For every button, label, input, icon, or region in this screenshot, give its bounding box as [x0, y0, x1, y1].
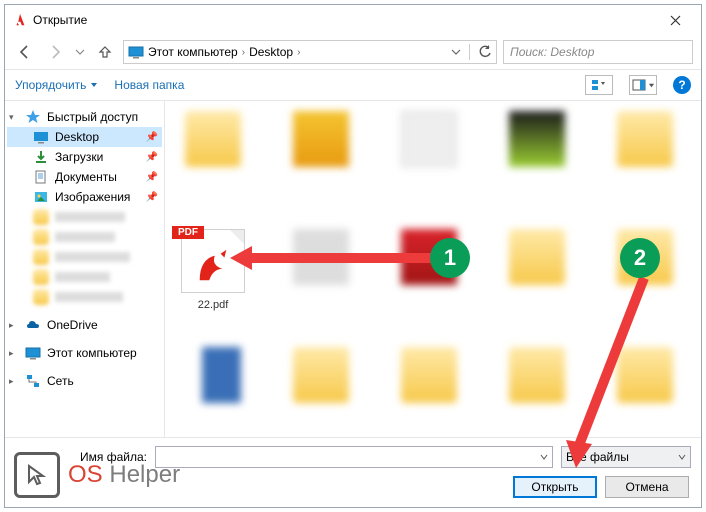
sidebar-item-desktop[interactable]: Desktop 📌 — [7, 127, 162, 147]
cursor-icon — [14, 452, 60, 498]
window-title: Открытие — [33, 13, 87, 27]
star-icon — [25, 109, 41, 125]
refresh-button[interactable] — [478, 45, 492, 59]
pin-icon: 📌 — [146, 132, 158, 143]
pin-icon: 📌 — [146, 152, 158, 163]
organize-button[interactable]: Упорядочить — [15, 78, 98, 92]
new-folder-button[interactable]: Новая папка — [114, 78, 184, 92]
pin-icon: 📌 — [146, 172, 158, 183]
pdf-badge: PDF — [172, 226, 204, 239]
chevron-right-icon: ▸ — [9, 376, 19, 387]
annotation-badge-2: 2 — [620, 238, 660, 278]
file-item[interactable] — [609, 111, 681, 201]
breadcrumb[interactable]: Этот компьютер › Desktop › — [123, 40, 497, 64]
downloads-icon — [33, 149, 49, 165]
sidebar-item-documents[interactable]: Документы 📌 — [7, 167, 162, 187]
up-button[interactable] — [93, 40, 117, 64]
chevron-down-icon: ▾ — [9, 112, 19, 123]
this-pc-icon — [25, 345, 41, 361]
sidebar-item-recent[interactable] — [7, 207, 162, 227]
view-options-button[interactable] — [585, 75, 613, 95]
sidebar-item-pictures[interactable]: Изображения 📌 — [7, 187, 162, 207]
chevron-right-icon: › — [242, 47, 245, 58]
file-item[interactable] — [393, 111, 465, 201]
chevron-right-icon: ▸ — [9, 320, 19, 331]
sidebar-this-pc[interactable]: ▸ Этот компьютер — [7, 343, 162, 363]
pin-icon: 📌 — [146, 192, 158, 203]
file-item-pdf[interactable]: PDF 22.pdf — [177, 229, 249, 319]
file-item[interactable] — [285, 229, 357, 319]
filename-input[interactable] — [155, 446, 553, 468]
watermark: OS Helper — [14, 452, 180, 498]
breadcrumb-dropdown[interactable] — [451, 47, 461, 57]
app-icon — [13, 13, 27, 27]
crumb-desktop[interactable]: Desktop — [249, 45, 293, 59]
this-pc-icon — [128, 44, 144, 60]
sidebar-quick-access[interactable]: ▾ Быстрый доступ — [7, 107, 162, 127]
network-icon — [25, 373, 41, 389]
annotation-badge-1: 1 — [430, 238, 470, 278]
file-item[interactable] — [285, 347, 357, 437]
file-label: 22.pdf — [198, 299, 229, 311]
annotation-arrow-1 — [228, 244, 438, 274]
open-button[interactable]: Открыть — [513, 476, 597, 498]
chevron-right-icon: › — [297, 47, 300, 58]
sidebar-item-downloads[interactable]: Загрузки 📌 — [7, 147, 162, 167]
chevron-down-icon — [678, 453, 686, 461]
chevron-down-icon[interactable] — [540, 453, 548, 461]
documents-icon — [33, 169, 49, 185]
file-item[interactable] — [177, 111, 249, 201]
sidebar-item-recent[interactable] — [7, 287, 162, 307]
back-button[interactable] — [13, 40, 37, 64]
sidebar-item-recent[interactable] — [7, 247, 162, 267]
file-item[interactable] — [285, 111, 357, 201]
sidebar: ▾ Быстрый доступ Desktop 📌 Загрузки 📌 До — [5, 101, 165, 437]
search-input[interactable]: Поиск: Desktop — [503, 40, 693, 64]
file-item[interactable] — [501, 111, 573, 201]
crumb-this-pc[interactable]: Этот компьютер — [148, 45, 238, 59]
desktop-icon — [33, 129, 49, 145]
sidebar-item-recent[interactable] — [7, 227, 162, 247]
cloud-icon — [25, 317, 41, 333]
forward-button[interactable] — [43, 40, 67, 64]
pictures-icon — [33, 189, 49, 205]
preview-pane-button[interactable] — [629, 75, 657, 95]
chevron-right-icon: ▸ — [9, 348, 19, 359]
file-item[interactable] — [393, 347, 465, 437]
close-button[interactable] — [655, 6, 695, 34]
help-button[interactable]: ? — [673, 76, 691, 94]
sidebar-network[interactable]: ▸ Сеть — [7, 371, 162, 391]
file-item[interactable] — [177, 347, 249, 437]
cancel-button[interactable]: Отмена — [605, 476, 689, 498]
annotation-arrow-2 — [560, 272, 660, 472]
sidebar-item-recent[interactable] — [7, 267, 162, 287]
recent-dropdown[interactable] — [73, 40, 87, 64]
sidebar-onedrive[interactable]: ▸ OneDrive — [7, 315, 162, 335]
